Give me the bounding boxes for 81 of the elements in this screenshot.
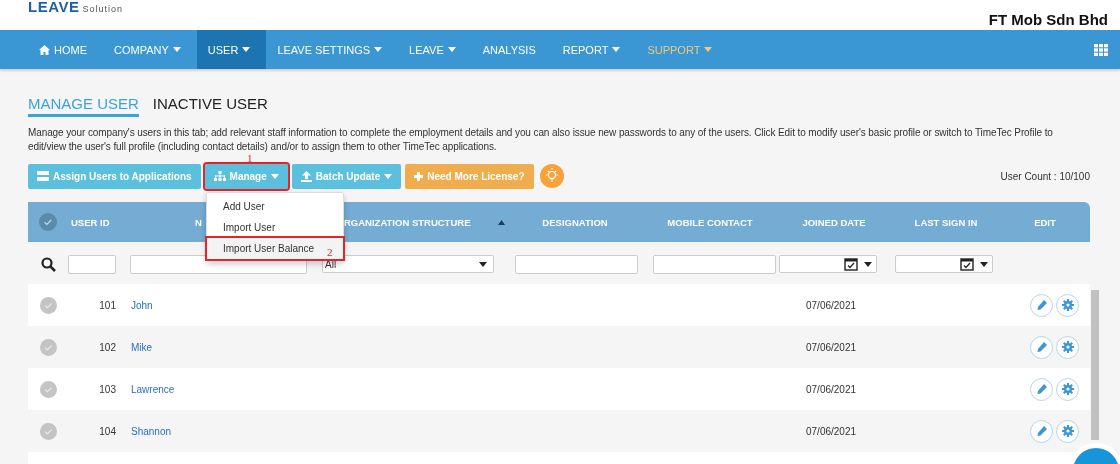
user-name-link[interactable]: John [131,299,153,311]
gear-icon [1061,425,1074,437]
filter-field[interactable] [68,254,116,274]
description-text: Manage your company's users in this tab; add relevant staff information to complete the employment details and you can also issue new passwords to any of the users. Click Edit to modify user's basic profile or switch to TimeTec Profile to edit/view the user's full profile (including contact details) and/or to assign them to other TimeTec applications. [28,126,1054,154]
nav-item[interactable]: LEAVE [398,30,472,69]
table-row[interactable]: 103 Lawrence 07/06/2021 [28,368,1090,410]
pencil-icon [1036,341,1047,353]
select-all-check-icon[interactable] [39,213,57,231]
user-name-link[interactable]: Shannon [131,425,172,437]
column-header: RGANIZATION STRUCTURE [344,216,471,228]
calendar-icon [960,257,974,271]
logo-tagline: Solution [82,4,123,14]
user-name-link[interactable]: Mike [131,341,153,353]
sort-ascending-icon[interactable] [498,219,506,225]
column-header: MOBILE CONTACT [667,216,753,228]
caret-icon [980,261,988,267]
settings-button[interactable] [1056,419,1079,443]
user-id: 104 [99,425,116,437]
edit-button[interactable] [1030,335,1053,359]
gear-icon [1061,341,1074,353]
annotation-number: 2 [327,246,333,258]
user-id: 102 [99,341,116,353]
row-check-icon[interactable] [39,380,57,398]
column-header: N [195,216,202,228]
caret-icon [864,261,872,267]
search-icon[interactable] [40,256,56,272]
settings-button[interactable] [1056,293,1079,317]
annotation-number: 1 [247,152,253,164]
pencil-icon [1036,299,1047,311]
tab[interactable]: INACTIVE USER [152,95,268,117]
hierarchy-icon [213,171,226,181]
pencil-icon [1036,383,1047,395]
joined-date: 07/06/2021 [806,299,857,311]
upload-icon [300,170,312,182]
edit-button[interactable] [1030,377,1053,401]
user-id: 101 [99,299,116,311]
column-header: DESIGNATION [542,216,608,228]
nav-item[interactable]: USER [196,30,267,69]
lightbulb-icon[interactable] [539,164,564,188]
plus-icon [414,171,424,181]
logo-text: LEAVE [28,0,80,14]
scrollbar[interactable] [1091,290,1099,440]
row-check-icon[interactable] [39,422,57,440]
joined-date: 07/06/2021 [806,341,857,353]
menu-item[interactable]: Add User [207,196,343,217]
user-name-link[interactable]: Lawrence [131,383,175,395]
column-header: JOINED DATE [802,216,866,228]
row-check-icon[interactable] [39,296,57,314]
row-check-icon[interactable] [39,338,57,356]
filter-field[interactable] [515,254,638,274]
calendar-icon [844,257,858,271]
edit-button[interactable] [1030,419,1053,443]
table-row[interactable]: 101 John 07/06/2021 [28,284,1090,326]
date-filter-field[interactable] [779,255,877,273]
column-header: USER ID [71,216,110,228]
gear-icon [1061,383,1074,395]
joined-date: 07/06/2021 [806,425,857,437]
user-count: User Count : 10/100 [1000,170,1090,182]
settings-button[interactable] [1056,335,1079,359]
column-header: LAST SIGN IN [914,216,978,228]
nav-item[interactable]: LEAVE SETTINGS [266,30,399,69]
date-filter-field[interactable] [895,255,993,273]
gear-icon [1061,299,1074,311]
nav-item[interactable]: REPORT [551,30,637,69]
home-icon [39,44,50,55]
apps-grid-icon[interactable] [1094,43,1108,56]
menu-item[interactable]: Import User [207,217,343,238]
tab[interactable]: MANAGE USER [28,95,139,117]
column-header: EDIT [1034,216,1056,228]
caret-icon [479,261,487,267]
company-name: FT Mob Sdn Bhd [988,11,1108,28]
settings-button[interactable] [1056,377,1079,401]
edit-button[interactable] [1030,293,1053,317]
nav-item[interactable]: ANALYSIS [471,30,552,69]
user-id: 103 [99,383,116,395]
nav-item[interactable]: COMPANY [103,30,197,69]
filter-field[interactable] [653,254,776,274]
joined-date: 07/06/2021 [806,383,857,395]
pencil-icon [1036,425,1047,437]
server-icon [37,171,49,181]
nav-item[interactable]: HOME [28,30,103,69]
